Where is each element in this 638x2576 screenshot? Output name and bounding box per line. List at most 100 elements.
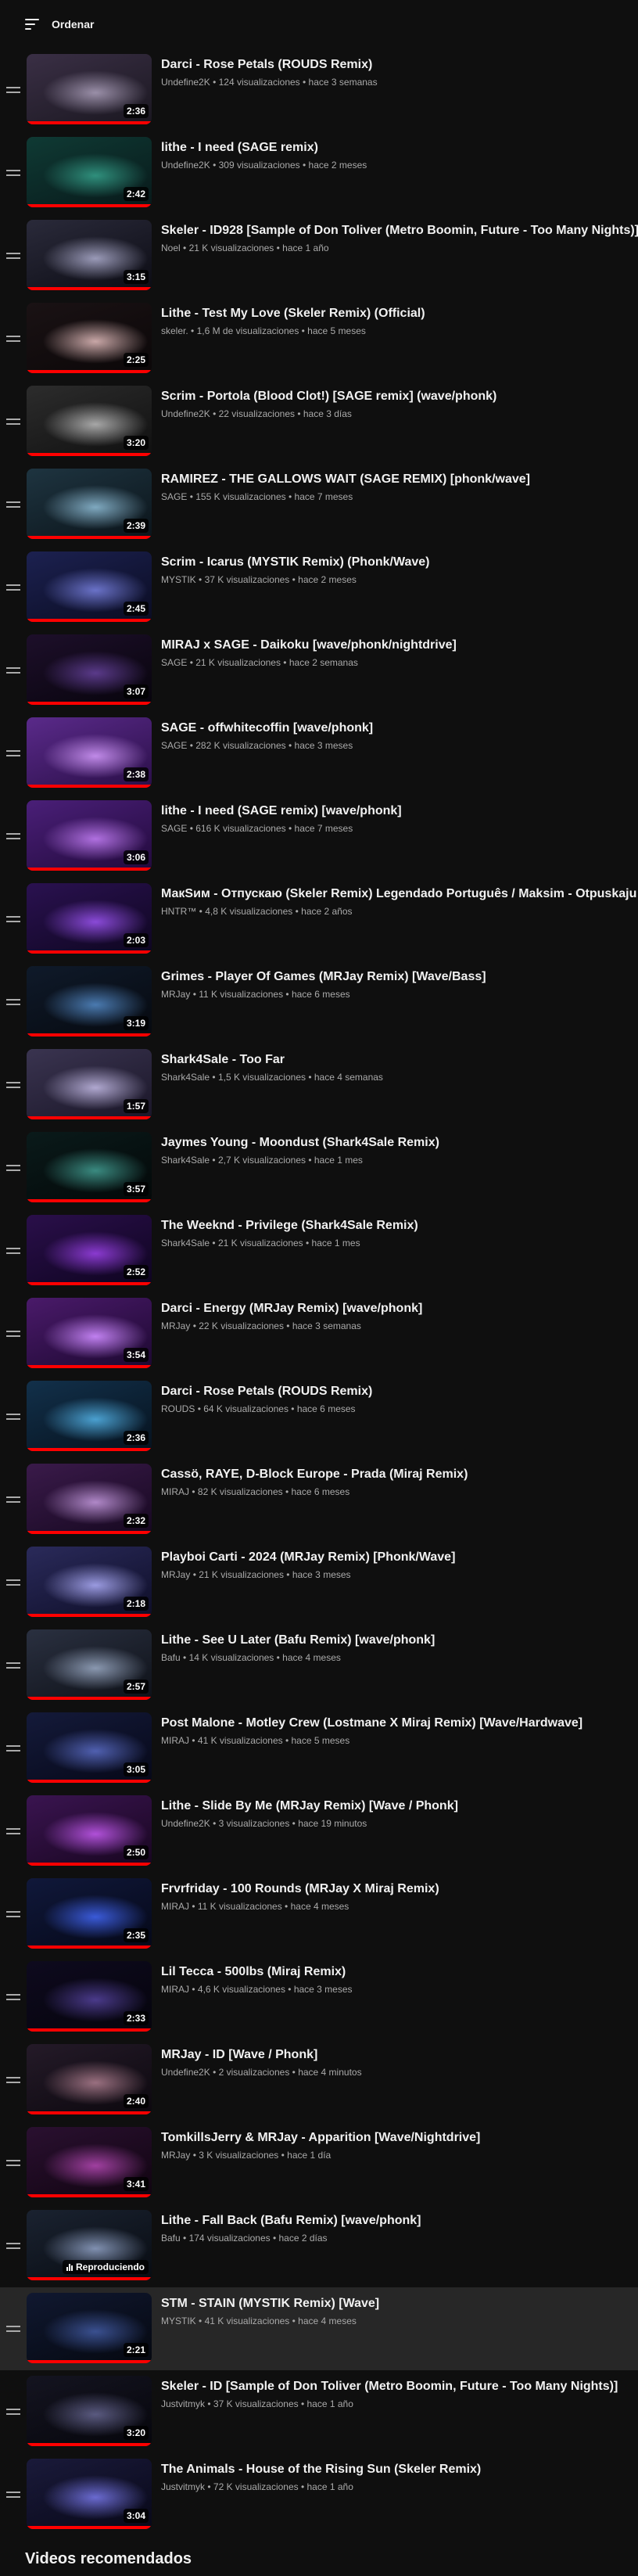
channel-name[interactable]: MIRAJ — [161, 1984, 189, 1995]
channel-name[interactable]: MIRAJ — [161, 1901, 189, 1912]
drag-handle-icon[interactable] — [0, 1629, 27, 1701]
video-thumbnail[interactable]: 3:19 — [27, 966, 152, 1037]
playlist-item[interactable]: 2:18 Playboi Carti - 2024 (MRJay Remix) … — [0, 1541, 638, 1624]
playlist-item[interactable]: 3:41 TomkillsJerry & MRJay - Apparition … — [0, 2122, 638, 2204]
video-title[interactable]: Darci - Rose Petals (ROUDS Remix) — [161, 1383, 638, 1400]
drag-handle-icon[interactable] — [0, 1132, 27, 1204]
drag-handle-icon[interactable] — [0, 2376, 27, 2448]
sort-button[interactable]: Ordenar — [52, 18, 94, 31]
video-title[interactable]: Lithe - Slide By Me (MRJay Remix) [Wave … — [161, 1798, 638, 1815]
drag-handle-icon[interactable] — [0, 1215, 27, 1287]
playlist-item[interactable]: 2:25 Lithe - Test My Love (Skeler Remix)… — [0, 297, 638, 380]
video-title[interactable]: SAGE - offwhitecoffin [wave/phonk] — [161, 720, 638, 737]
video-title[interactable]: The Weeknd - Privilege (Shark4Sale Remix… — [161, 1217, 638, 1234]
video-title[interactable]: MIRAJ x SAGE - Daikoku [wave/phonk/night… — [161, 637, 638, 654]
video-thumbnail[interactable]: 2:36 — [27, 54, 152, 124]
drag-handle-icon[interactable] — [0, 2044, 27, 2116]
drag-handle-icon[interactable] — [0, 966, 27, 1038]
video-title[interactable]: Lithe - See U Later (Bafu Remix) [wave/p… — [161, 1632, 638, 1649]
playlist-item[interactable]: 3:54 Darci - Energy (MRJay Remix) [wave/… — [0, 1292, 638, 1375]
video-title[interactable]: TomkillsJerry & MRJay - Apparition [Wave… — [161, 2129, 638, 2147]
video-title[interactable]: Playboi Carti - 2024 (MRJay Remix) [Phon… — [161, 1549, 638, 1566]
channel-name[interactable]: MRJay — [161, 989, 190, 1000]
channel-name[interactable]: Shark4Sale — [161, 1072, 210, 1083]
channel-name[interactable]: HNTR™ — [161, 906, 196, 917]
video-title[interactable]: Darci - Rose Petals (ROUDS Remix) — [161, 56, 638, 74]
video-thumbnail[interactable]: 2:35 — [27, 1878, 152, 1949]
drag-handle-icon[interactable] — [0, 634, 27, 706]
drag-handle-icon[interactable] — [0, 54, 27, 126]
playlist-item[interactable]: 2:52 The Weeknd - Privilege (Shark4Sale … — [0, 1209, 638, 1292]
video-title[interactable]: RAMIREZ - THE GALLOWS WAIT (SAGE REMIX) … — [161, 471, 638, 488]
video-thumbnail[interactable]: 2:39 — [27, 469, 152, 539]
video-title[interactable]: Frvrfriday - 100 Rounds (MRJay X Miraj R… — [161, 1881, 638, 1898]
drag-handle-icon[interactable] — [0, 1381, 27, 1453]
drag-handle-icon[interactable] — [0, 1049, 27, 1121]
channel-name[interactable]: MRJay — [161, 2150, 190, 2161]
video-thumbnail[interactable]: 2:18 — [27, 1547, 152, 1617]
drag-handle-icon[interactable] — [0, 1464, 27, 1536]
video-title[interactable]: Shark4Sale - Too Far — [161, 1051, 638, 1069]
playlist-item[interactable]: 3:07 MIRAJ x SAGE - Daikoku [wave/phonk/… — [0, 629, 638, 712]
video-thumbnail[interactable]: 3:20 — [27, 2376, 152, 2446]
video-thumbnail[interactable]: 3:06 — [27, 800, 152, 871]
video-title[interactable]: Cassö, RAYE, D-Block Europe - Prada (Mir… — [161, 1466, 638, 1483]
drag-handle-icon[interactable] — [0, 1712, 27, 1784]
video-thumbnail[interactable]: 2:32 — [27, 1464, 152, 1534]
drag-handle-icon[interactable] — [0, 469, 27, 541]
video-thumbnail[interactable]: 2:42 — [27, 137, 152, 207]
video-thumbnail[interactable]: 1:57 — [27, 1049, 152, 1119]
drag-handle-icon[interactable] — [0, 883, 27, 955]
video-title[interactable]: Scrim - Portola (Blood Clot!) [SAGE remi… — [161, 388, 638, 405]
channel-name[interactable]: Shark4Sale — [161, 1155, 210, 1166]
video-thumbnail[interactable]: 3:04 — [27, 2459, 152, 2529]
playlist-item[interactable]: Reproduciendo Lithe - Fall Back (Bafu Re… — [0, 2204, 638, 2287]
video-thumbnail[interactable]: 2:45 — [27, 551, 152, 622]
video-title[interactable]: Lil Tecca - 500lbs (Miraj Remix) — [161, 1963, 638, 1981]
channel-name[interactable]: skeler. — [161, 325, 188, 336]
channel-name[interactable]: Undefine2K — [161, 2067, 210, 2078]
video-title[interactable]: Post Malone - Motley Crew (Lostmane X Mi… — [161, 1715, 638, 1732]
video-thumbnail[interactable]: 2:25 — [27, 303, 152, 373]
video-title[interactable]: Skeler - ID [Sample of Don Toliver (Metr… — [161, 2378, 638, 2395]
playlist-item[interactable]: 2:39 RAMIREZ - THE GALLOWS WAIT (SAGE RE… — [0, 463, 638, 546]
drag-handle-icon[interactable] — [0, 2127, 27, 2199]
video-title[interactable]: lithe - I need (SAGE remix) [wave/phonk] — [161, 803, 638, 820]
video-thumbnail[interactable]: 2:33 — [27, 1961, 152, 2032]
drag-handle-icon[interactable] — [0, 220, 27, 292]
playlist-item[interactable]: 2:42 lithe - I need (SAGE remix) Undefin… — [0, 131, 638, 214]
drag-handle-icon[interactable] — [0, 717, 27, 789]
channel-name[interactable]: Undefine2K — [161, 160, 210, 171]
channel-name[interactable]: Justvitmyk — [161, 2398, 205, 2409]
drag-handle-icon[interactable] — [0, 303, 27, 375]
channel-name[interactable]: Bafu — [161, 2233, 181, 2244]
drag-handle-icon[interactable] — [0, 1298, 27, 1370]
playlist-item[interactable]: 1:57 Shark4Sale - Too Far Shark4Sale • 1… — [0, 1044, 638, 1126]
drag-handle-icon[interactable] — [0, 551, 27, 623]
drag-handle-icon[interactable] — [0, 1795, 27, 1867]
video-title[interactable]: The Animals - House of the Rising Sun (S… — [161, 2461, 638, 2478]
video-title[interactable]: Grimes - Player Of Games (MRJay Remix) [… — [161, 968, 638, 986]
channel-name[interactable]: MRJay — [161, 1569, 190, 1580]
drag-handle-icon[interactable] — [0, 1547, 27, 1619]
drag-handle-icon[interactable] — [0, 2293, 27, 2365]
video-thumbnail[interactable]: 3:54 — [27, 1298, 152, 1368]
playlist-item[interactable]: 2:03 МакЅим - Отпускаю (Skeler Remix) Le… — [0, 878, 638, 961]
channel-name[interactable]: Bafu — [161, 1652, 181, 1663]
playlist-item[interactable]: 2:38 SAGE - offwhitecoffin [wave/phonk] … — [0, 712, 638, 795]
playlist-item[interactable]: 3:57 Jaymes Young - Moondust (Shark4Sale… — [0, 1126, 638, 1209]
playlist-item[interactable]: 3:04 The Animals - House of the Rising S… — [0, 2453, 638, 2536]
channel-name[interactable]: MYSTIK — [161, 574, 196, 585]
playlist-item[interactable]: 3:20 Scrim - Portola (Blood Clot!) [SAGE… — [0, 380, 638, 463]
drag-handle-icon[interactable] — [0, 800, 27, 872]
channel-name[interactable]: MRJay — [161, 1320, 190, 1331]
playlist-item[interactable]: 2:50 Lithe - Slide By Me (MRJay Remix) [… — [0, 1790, 638, 1873]
channel-name[interactable]: Undefine2K — [161, 77, 210, 88]
video-title[interactable]: Scrim - Icarus (MYSTIK Remix) (Phonk/Wav… — [161, 554, 638, 571]
playlist-item[interactable]: 3:05 Post Malone - Motley Crew (Lostmane… — [0, 1707, 638, 1790]
channel-name[interactable]: Shark4Sale — [161, 1238, 210, 1248]
video-thumbnail[interactable]: 3:41 — [27, 2127, 152, 2197]
channel-name[interactable]: MIRAJ — [161, 1486, 189, 1497]
video-title[interactable]: lithe - I need (SAGE remix) — [161, 139, 638, 156]
playlist-item[interactable]: 3:06 lithe - I need (SAGE remix) [wave/p… — [0, 795, 638, 878]
